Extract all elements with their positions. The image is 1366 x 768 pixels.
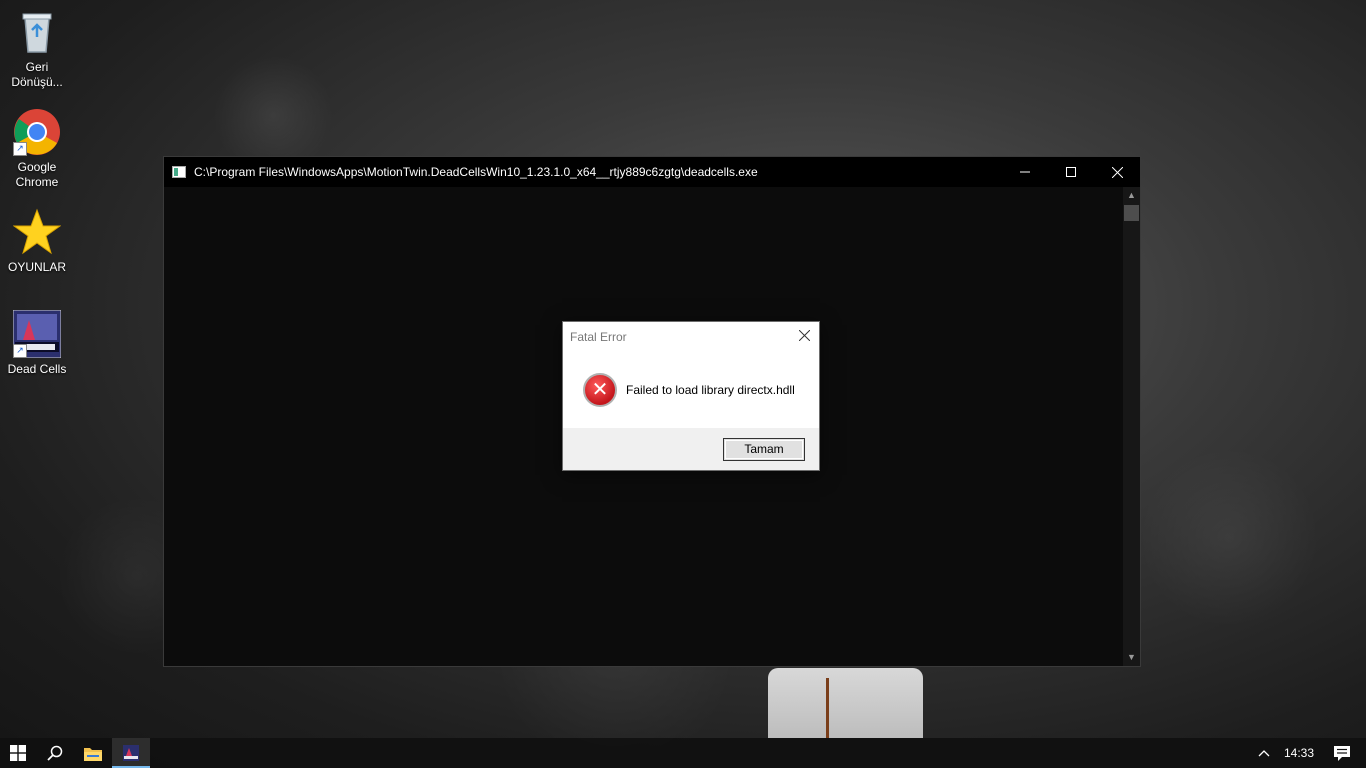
close-button[interactable] bbox=[1094, 157, 1140, 187]
dialog-body: ✕ Failed to load library directx.hdll bbox=[563, 351, 819, 428]
taskbar: 14:33 bbox=[0, 738, 1366, 768]
console-scrollbar[interactable]: ▲ ▼ bbox=[1123, 187, 1140, 666]
shortcut-arrow-icon: ↗ bbox=[13, 142, 27, 156]
console-app-icon bbox=[172, 166, 186, 178]
close-icon bbox=[798, 329, 810, 341]
scroll-thumb[interactable] bbox=[1124, 205, 1139, 221]
folder-icon bbox=[84, 747, 102, 761]
action-center-button[interactable] bbox=[1334, 745, 1350, 761]
chrome-icon: ↗ bbox=[13, 108, 61, 156]
dialog-titlebar[interactable]: Fatal Error bbox=[563, 322, 819, 351]
scroll-up-icon[interactable]: ▲ bbox=[1123, 187, 1140, 204]
dead-cells-icon: ↗ bbox=[12, 309, 62, 359]
desktop-icon-label: OYUNLAR bbox=[7, 260, 66, 274]
windows-logo-icon bbox=[10, 745, 26, 761]
desktop-icon-dead-cells[interactable]: ↗ Dead Cells bbox=[4, 309, 70, 377]
star-folder-icon bbox=[12, 208, 62, 256]
search-button[interactable] bbox=[36, 738, 74, 768]
close-icon bbox=[1111, 166, 1123, 178]
ok-button[interactable]: Tamam bbox=[723, 437, 805, 461]
dialog-message: Failed to load library directx.hdll bbox=[626, 382, 795, 397]
desktop-icon-recycle-bin[interactable]: Geri Dönüşü... bbox=[4, 8, 70, 90]
taskbar-file-explorer[interactable] bbox=[74, 738, 112, 768]
system-tray: 14:33 bbox=[1258, 745, 1366, 761]
dialog-close-button[interactable] bbox=[789, 328, 819, 346]
desktop-icon-label: Google bbox=[17, 160, 57, 174]
console-titlebar[interactable]: C:\Program Files\WindowsApps\MotionTwin.… bbox=[164, 157, 1140, 187]
minimize-button[interactable] bbox=[1002, 157, 1048, 187]
tray-expand-button[interactable] bbox=[1258, 749, 1270, 757]
taskbar-dead-cells[interactable] bbox=[112, 738, 150, 768]
maximize-icon bbox=[1066, 167, 1076, 177]
maximize-button[interactable] bbox=[1048, 157, 1094, 187]
desktop-icon-label: Chrome bbox=[15, 175, 59, 189]
recycle-bin-icon bbox=[13, 8, 61, 56]
fatal-error-dialog: Fatal Error ✕ Failed to load library dir… bbox=[562, 321, 820, 471]
minimize-icon bbox=[1020, 171, 1030, 173]
desktop-icon-label: Geri bbox=[25, 60, 49, 74]
start-button[interactable] bbox=[0, 738, 36, 768]
error-icon: ✕ bbox=[583, 372, 617, 407]
scroll-down-icon[interactable]: ▼ bbox=[1123, 649, 1140, 666]
clock[interactable]: 14:33 bbox=[1284, 746, 1314, 760]
dialog-title: Fatal Error bbox=[570, 329, 627, 344]
wallpaper-figure bbox=[768, 668, 923, 738]
search-icon bbox=[47, 745, 63, 761]
desktop-icon-label: Dead Cells bbox=[7, 362, 67, 376]
desktop-icon-chrome[interactable]: ↗ Google Chrome bbox=[4, 108, 70, 190]
dead-cells-icon bbox=[123, 745, 139, 761]
dialog-footer: Tamam bbox=[563, 428, 819, 470]
desktop-icon-label: Dönüşü... bbox=[11, 75, 63, 89]
shortcut-arrow-icon: ↗ bbox=[13, 344, 27, 358]
desktop-icon-oyunlar[interactable]: OYUNLAR bbox=[4, 208, 70, 275]
notification-icon bbox=[1334, 745, 1350, 761]
chevron-up-icon bbox=[1258, 750, 1270, 757]
console-title: C:\Program Files\WindowsApps\MotionTwin.… bbox=[194, 165, 758, 179]
